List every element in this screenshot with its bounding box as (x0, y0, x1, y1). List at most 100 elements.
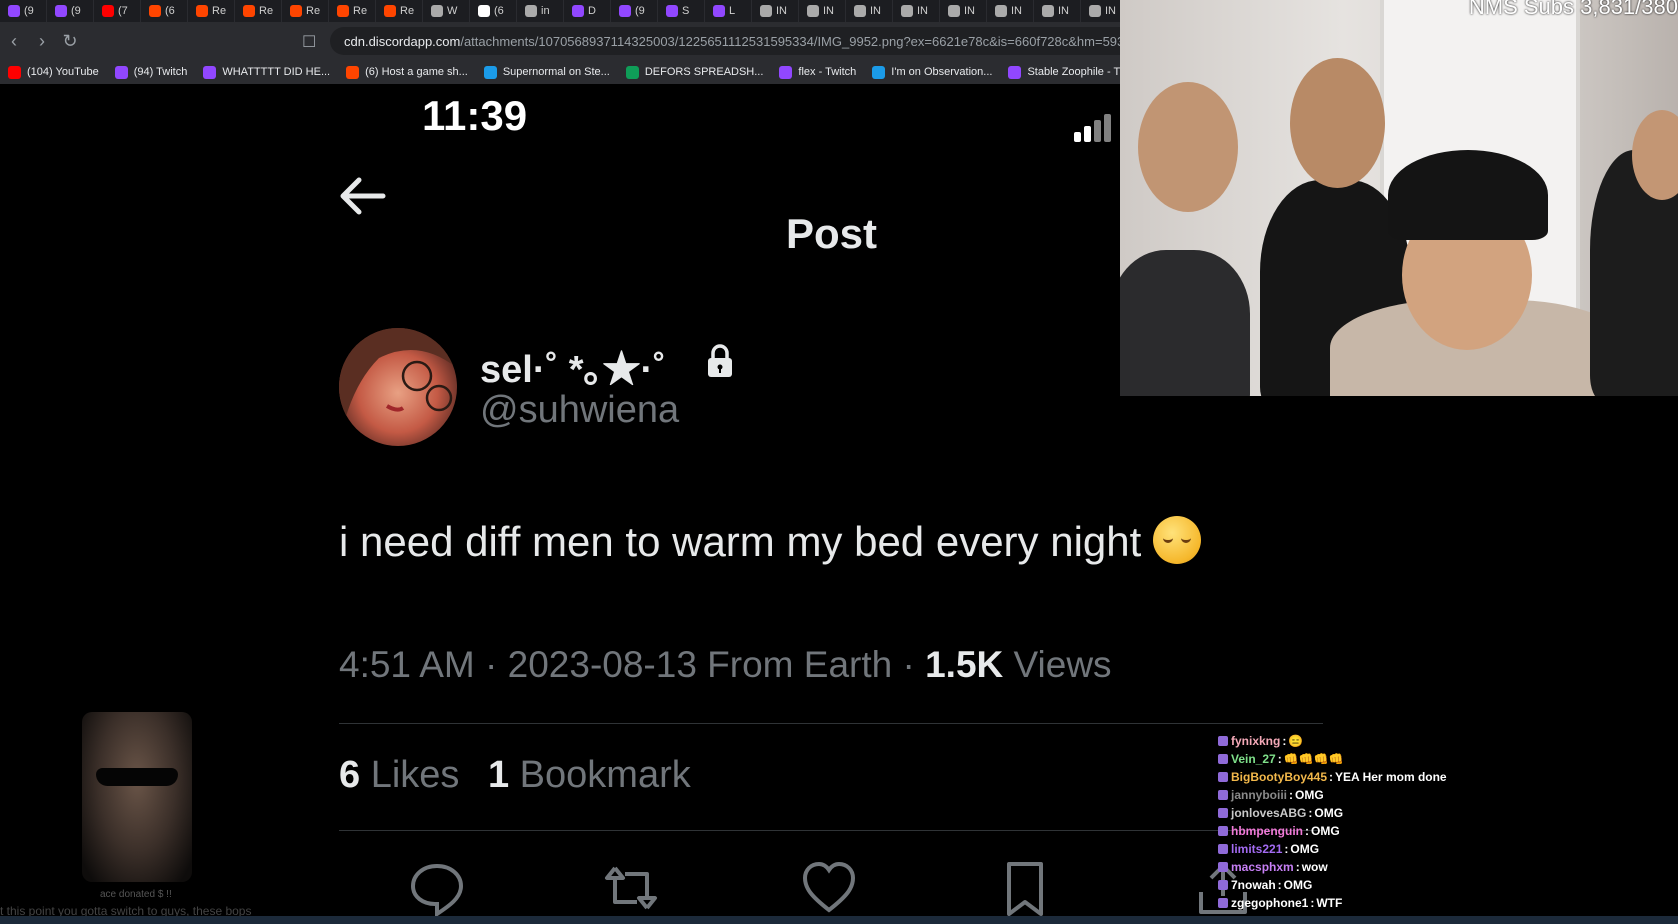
sub-counter: NMS Subs 3,831/380 (1468, 0, 1678, 19)
browser-tab[interactable]: Re (235, 0, 282, 22)
bookmark-label: DEFORS SPREADSH... (644, 66, 764, 78)
browser-tab[interactable]: IN (799, 0, 846, 22)
bookmark-item[interactable]: I'm on Observation... (864, 65, 1000, 79)
browser-tab[interactable]: IN (1034, 0, 1081, 22)
browser-tab[interactable]: IN (940, 0, 987, 22)
like-heart-icon[interactable] (801, 860, 857, 916)
tab-title: (6 (494, 5, 504, 17)
browser-tab[interactable]: W (423, 0, 470, 22)
bookmarks-stat[interactable]: 1 Bookmark (488, 754, 691, 796)
repost-icon[interactable] (603, 860, 659, 916)
person-left (1120, 250, 1250, 396)
chat-username[interactable]: BigBootyBoy445 (1231, 768, 1327, 786)
chat-username[interactable]: Vein_27 (1231, 750, 1276, 768)
bookmark-favicon-icon (872, 65, 886, 79)
browser-tab[interactable]: Re (282, 0, 329, 22)
browser-tab[interactable]: Re (188, 0, 235, 22)
tab-title: Re (212, 5, 227, 17)
url-bar[interactable]: cdn.discordapp.com/attachments/107056893… (330, 27, 1120, 55)
reply-icon[interactable] (409, 860, 465, 916)
browser-tab[interactable]: D (564, 0, 611, 22)
reload-icon[interactable]: ↻ (56, 31, 84, 52)
browser-tab[interactable]: (7 (94, 0, 141, 22)
browser-tab[interactable]: (6 (470, 0, 517, 22)
chat-message: zgegophone1: WTF (1218, 894, 1638, 912)
bookmark-item[interactable]: flex - Twitch (771, 65, 864, 79)
chat-username[interactable]: hbmpenguin (1231, 822, 1303, 840)
tab-favicon-icon (196, 5, 208, 17)
bookmark-page-icon[interactable]: ☐ (302, 32, 316, 52)
bookmark-item[interactable]: (6) Host a game sh... (338, 65, 476, 79)
chat-username[interactable]: jannyboiii (1231, 786, 1287, 804)
browser-tab[interactable]: S (658, 0, 705, 22)
bookmark-label: WHATTTTT DID HE... (222, 66, 331, 78)
chat-text: 😑 (1288, 734, 1304, 748)
browser-tab[interactable]: IN (893, 0, 940, 22)
tweet-text: i need diff men to warm my bed every nig… (339, 518, 1142, 565)
tab-favicon-icon (901, 5, 913, 17)
tab-favicon-icon (149, 5, 161, 17)
likes-stat[interactable]: 6 Likes (339, 754, 459, 796)
bookmark-item[interactable]: WHATTTTT DID HE... (195, 65, 338, 79)
avatar[interactable] (339, 328, 457, 446)
user-handle[interactable]: @suhwiena (480, 389, 679, 432)
bookmark-item[interactable]: Stable Zoophile - T... (1000, 65, 1120, 79)
bookmark-item[interactable]: Supernormal on Ste... (476, 65, 618, 79)
chat-badge-icon (1218, 772, 1228, 782)
tab-favicon-icon (243, 5, 255, 17)
chat-text: OMG (1314, 806, 1344, 820)
tab-favicon-icon (854, 5, 866, 17)
chat-username[interactable]: fynixkng (1231, 732, 1280, 750)
chat-text: OMG (1311, 824, 1340, 838)
browser-tab[interactable]: Re (329, 0, 376, 22)
chat-username[interactable]: 7nowah (1231, 876, 1276, 894)
bookmark-item[interactable]: (94) Twitch (107, 65, 196, 79)
url-path: /attachments/1070568937114325003/1225651… (460, 33, 1120, 49)
views-label: Views (1003, 644, 1112, 685)
bookmark-item[interactable]: (104) YouTube (0, 65, 107, 79)
tab-favicon-icon (290, 5, 302, 17)
tab-title: S (682, 5, 690, 17)
back-nav-icon[interactable]: ‹ (0, 31, 28, 52)
browser-toolbar: ‹ › ↻ ☐ cdn.discordapp.com/attachments/1… (0, 22, 1120, 60)
bookmark-icon[interactable] (997, 860, 1053, 916)
status-bar-time: 11:39 (422, 92, 528, 139)
tab-favicon-icon (572, 5, 584, 17)
browser-tab[interactable]: IN (846, 0, 893, 22)
chat-message: jannyboiii: OMG (1218, 786, 1638, 804)
browser-tab[interactable]: (9 (47, 0, 94, 22)
browser-tab[interactable]: (9 (611, 0, 658, 22)
browser-tab[interactable]: (6 (141, 0, 188, 22)
bookmark-favicon-icon (1008, 65, 1022, 79)
bookmark-favicon-icon (203, 65, 217, 79)
browser-tab[interactable]: IN (1081, 0, 1120, 22)
chat-username[interactable]: limits221 (1231, 840, 1282, 858)
chat-username[interactable]: zgegophone1 (1231, 894, 1308, 912)
browser-tab[interactable]: IN (987, 0, 1034, 22)
browser-tab[interactable]: L (705, 0, 752, 22)
browser-tab[interactable]: in (517, 0, 564, 22)
tweet-body: i need diff men to warm my bed every nig… (339, 516, 1202, 566)
tab-title: IN (917, 5, 928, 17)
person-left-head (1138, 82, 1238, 212)
display-name[interactable]: sel·˚ *｡★·˚ (480, 338, 666, 393)
chat-separator: : (1284, 842, 1289, 856)
chat-separator: : (1289, 788, 1294, 802)
browser-tab[interactable]: IN (752, 0, 799, 22)
bookmarks-count: 1 (487, 754, 510, 796)
tab-title: IN (1058, 5, 1069, 17)
tab-title: IN (776, 5, 787, 17)
chat-username[interactable]: jonlovesABG (1231, 804, 1306, 822)
bookmark-label: flex - Twitch (798, 66, 857, 78)
chat-badge-icon (1218, 808, 1228, 818)
stream-chat: fynixkng: 😑 Vein_27: 👊👊👊👊 BigBootyBoy445: … (1218, 732, 1638, 924)
chat-message: BigBootyBoy445: YEA Her mom done (1218, 768, 1638, 786)
forward-nav-icon[interactable]: › (28, 31, 56, 52)
chat-separator: : (1277, 878, 1282, 892)
bookmark-item[interactable]: DEFORS SPREADSH... (618, 65, 772, 79)
browser-tab[interactable]: Re (376, 0, 423, 22)
pensive-face-emoji-icon (1153, 516, 1202, 564)
browser-tab[interactable]: (9 (0, 0, 47, 22)
chat-username[interactable]: macsphxm (1231, 858, 1294, 876)
tab-title: Re (353, 5, 368, 17)
